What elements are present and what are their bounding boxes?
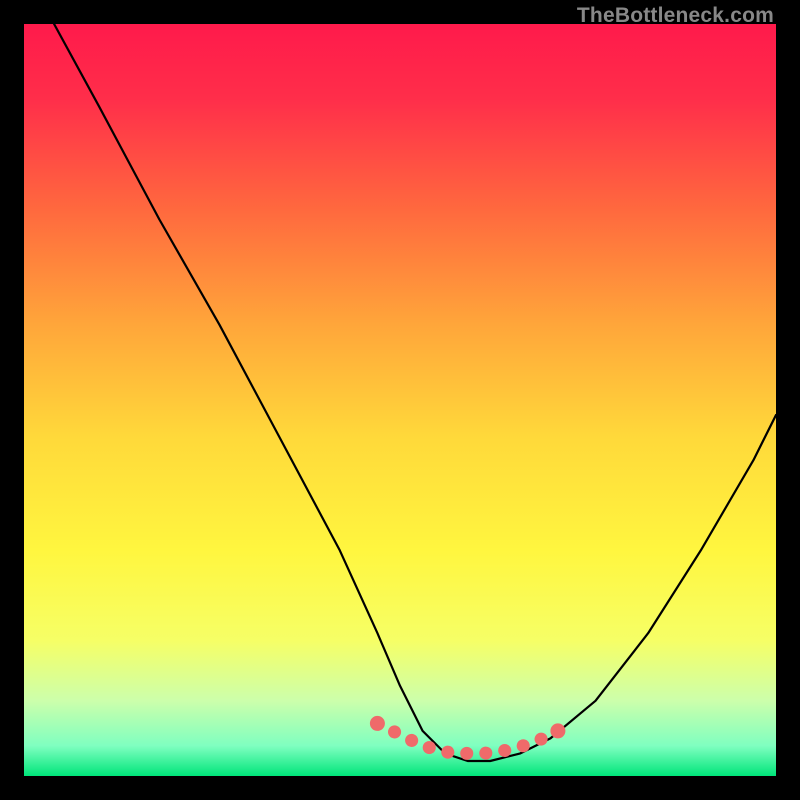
watermark-text: TheBottleneck.com	[577, 4, 774, 28]
gradient-background	[24, 24, 776, 776]
chart-frame	[24, 24, 776, 776]
bottleneck-chart	[24, 24, 776, 776]
